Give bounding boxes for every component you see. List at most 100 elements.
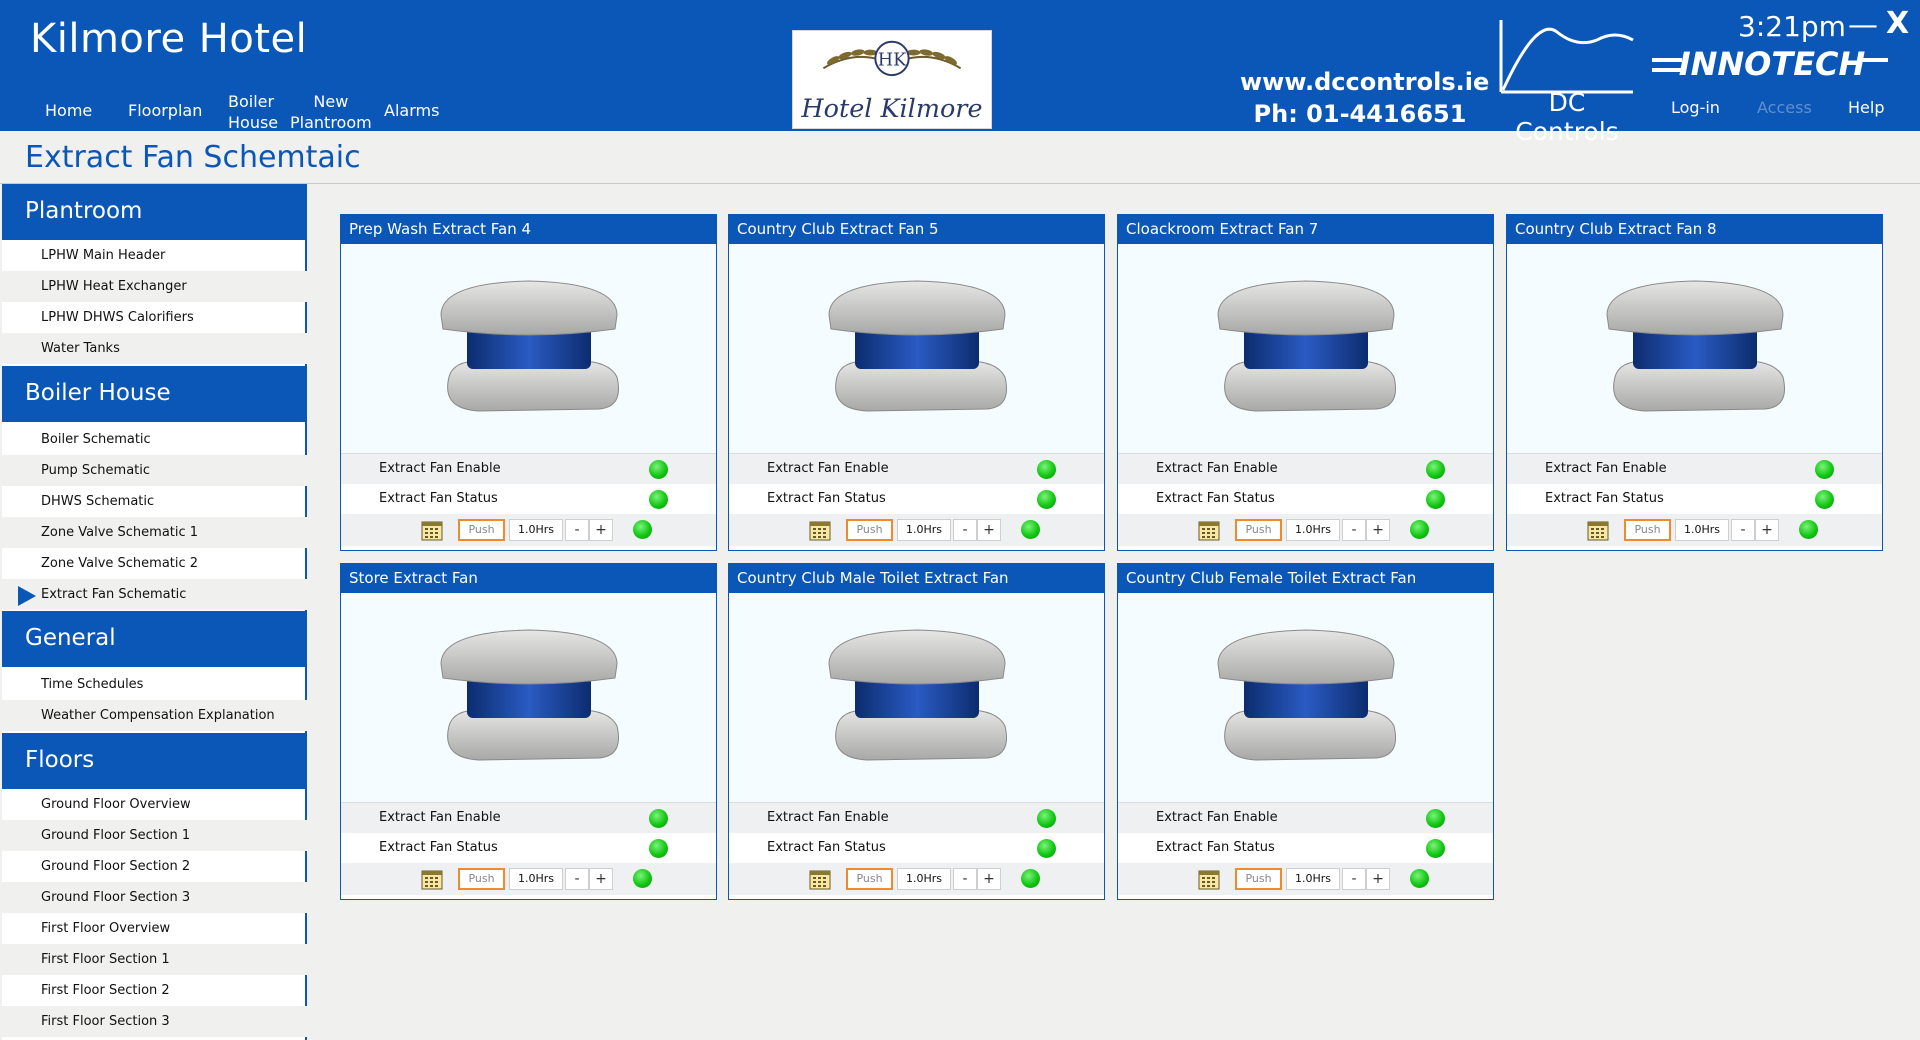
fan-status-row: Extract Fan Status	[341, 833, 716, 863]
sidebar-item-weather-compensation[interactable]: Weather Compensation Explanation	[2, 700, 307, 731]
fan-enable-label: Extract Fan Enable	[379, 810, 501, 825]
override-controls: Push 1.0Hrs - +	[341, 863, 716, 895]
calendar-icon[interactable]	[809, 868, 831, 890]
roof-extract-fan-icon	[827, 279, 1007, 412]
section-general[interactable]: General	[2, 611, 307, 667]
increase-hours-button[interactable]: +	[977, 868, 1001, 890]
decrease-hours-button[interactable]: -	[1342, 519, 1366, 541]
push-button[interactable]: Push	[1624, 519, 1671, 541]
override-hours-field[interactable]: 1.0Hrs	[509, 868, 563, 890]
calendar-icon[interactable]	[421, 868, 443, 890]
sidebar-item-pump-schematic[interactable]: Pump Schematic	[2, 455, 307, 486]
sidebar-item-zone-valve-2[interactable]: Zone Valve Schematic 2	[2, 548, 307, 579]
push-button[interactable]: Push	[1235, 519, 1282, 541]
decrease-hours-button[interactable]: -	[565, 868, 589, 890]
hotel-logo: HK Hotel Kilmore	[792, 30, 992, 129]
fan-panel-7: Country Club Female Toilet Extract Fan E…	[1117, 563, 1494, 900]
run-status-led	[1037, 839, 1056, 858]
decrease-hours-button[interactable]: -	[565, 519, 589, 541]
close-button[interactable]: X	[1886, 6, 1909, 41]
sidebar-item-time-schedules[interactable]: Time Schedules	[2, 669, 307, 700]
nav-home[interactable]: Home	[45, 100, 92, 121]
help-link[interactable]: Help	[1848, 98, 1884, 117]
nav-boiler-house[interactable]: Boiler House	[228, 91, 278, 133]
section-floors[interactable]: Floors	[2, 733, 307, 789]
sidebar-item-ground-floor-section-2[interactable]: Ground Floor Section 2	[2, 851, 307, 882]
section-boiler-house[interactable]: Boiler House	[2, 366, 307, 422]
decrease-hours-button[interactable]: -	[1731, 519, 1755, 541]
override-hours-field[interactable]: 1.0Hrs	[1675, 519, 1729, 541]
run-status-led	[1037, 490, 1056, 509]
override-status-led	[1021, 869, 1040, 888]
override-hours-field[interactable]: 1.0Hrs	[1286, 868, 1340, 890]
override-hours-field[interactable]: 1.0Hrs	[897, 519, 951, 541]
override-status-led	[1799, 520, 1818, 539]
override-hours-field[interactable]: 1.0Hrs	[1286, 519, 1340, 541]
decrease-hours-button[interactable]: -	[953, 868, 977, 890]
fan-enable-row: Extract Fan Enable	[729, 803, 1104, 833]
fan-panel-3: Cloackroom Extract Fan 7 Extract Fan Ena…	[1117, 214, 1494, 551]
fan-panel-title: Country Club Extract Fan 8	[1507, 215, 1882, 244]
push-button[interactable]: Push	[1235, 868, 1282, 890]
increase-hours-button[interactable]: +	[1366, 868, 1390, 890]
push-button[interactable]: Push	[458, 868, 505, 890]
push-button[interactable]: Push	[846, 519, 893, 541]
hotel-logo-graphic: HK Hotel Kilmore	[800, 40, 983, 124]
sidebar-item-first-floor-section-3[interactable]: First Floor Section 3	[2, 1006, 307, 1037]
sidebar-item-dhws-schematic[interactable]: DHWS Schematic	[2, 486, 307, 517]
enable-status-led	[1037, 460, 1056, 479]
fan-status-row: Extract Fan Status	[1118, 484, 1493, 514]
login-link[interactable]: Log-in	[1671, 98, 1720, 117]
sidebar-item-first-floor-section-2[interactable]: First Floor Section 2	[2, 975, 307, 1006]
override-status-led	[633, 520, 652, 539]
sidebar-item-first-floor-overview[interactable]: First Floor Overview	[2, 913, 307, 944]
sidebar-item-ground-floor-section-1[interactable]: Ground Floor Section 1	[2, 820, 307, 851]
fan-panel-title: Prep Wash Extract Fan 4	[341, 215, 716, 244]
increase-hours-button[interactable]: +	[589, 519, 613, 541]
calendar-icon[interactable]	[1587, 519, 1609, 541]
override-controls: Push 1.0Hrs - +	[729, 863, 1104, 895]
push-button[interactable]: Push	[458, 519, 505, 541]
nav-floorplan[interactable]: Floorplan	[128, 100, 202, 121]
decrease-hours-button[interactable]: -	[1342, 868, 1366, 890]
push-button[interactable]: Push	[846, 868, 893, 890]
calendar-icon[interactable]	[1198, 868, 1220, 890]
run-status-led	[1426, 839, 1445, 858]
sidebar-item-lphw-dhws-calorifiers[interactable]: LPHW DHWS Calorifiers	[2, 302, 307, 333]
sidebar: Plantroom LPHW Main Header LPHW Heat Exc…	[2, 184, 307, 1040]
section-plantroom[interactable]: Plantroom	[2, 184, 307, 240]
sidebar-item-ground-floor-section-3[interactable]: Ground Floor Section 3	[2, 882, 307, 913]
sidebar-item-zone-valve-1[interactable]: Zone Valve Schematic 1	[2, 517, 307, 548]
increase-hours-button[interactable]: +	[1755, 519, 1779, 541]
nav-new-plantroom[interactable]: New Plantroom	[290, 91, 372, 133]
roof-extract-fan-icon	[439, 279, 619, 412]
calendar-icon[interactable]	[1198, 519, 1220, 541]
sidebar-item-ground-floor-overview[interactable]: Ground Floor Overview	[2, 789, 307, 820]
minimize-button[interactable]: —	[1848, 8, 1878, 43]
fan-panel-title: Store Extract Fan	[341, 564, 716, 593]
override-hours-field[interactable]: 1.0Hrs	[509, 519, 563, 541]
nav-alarms[interactable]: Alarms	[384, 100, 439, 121]
sidebar-item-first-floor-section-1[interactable]: First Floor Section 1	[2, 944, 307, 975]
sidebar-item-lphw-heat-exchanger[interactable]: LPHW Heat Exchanger	[2, 271, 307, 302]
fan-enable-label: Extract Fan Enable	[767, 461, 889, 476]
run-status-led	[1815, 490, 1834, 509]
fan-status-label: Extract Fan Status	[379, 491, 498, 506]
increase-hours-button[interactable]: +	[977, 519, 1001, 541]
sidebar-item-lphw-main-header[interactable]: LPHW Main Header	[2, 240, 307, 271]
decrease-hours-button[interactable]: -	[953, 519, 977, 541]
calendar-icon[interactable]	[421, 519, 443, 541]
override-status-led	[633, 869, 652, 888]
fan-enable-row: Extract Fan Enable	[341, 454, 716, 484]
fan-status-row: Extract Fan Status	[1118, 833, 1493, 863]
sidebar-item-extract-fan-schematic[interactable]: Extract Fan Schematic	[2, 579, 307, 610]
sidebar-item-water-tanks[interactable]: Water Tanks	[2, 333, 307, 364]
increase-hours-button[interactable]: +	[589, 868, 613, 890]
increase-hours-button[interactable]: +	[1366, 519, 1390, 541]
fan-status-label: Extract Fan Status	[1545, 491, 1664, 506]
access-link[interactable]: Access	[1757, 98, 1812, 117]
calendar-icon[interactable]	[809, 519, 831, 541]
sidebar-item-boiler-schematic[interactable]: Boiler Schematic	[2, 424, 307, 455]
override-hours-field[interactable]: 1.0Hrs	[897, 868, 951, 890]
fan-image	[729, 593, 1104, 803]
